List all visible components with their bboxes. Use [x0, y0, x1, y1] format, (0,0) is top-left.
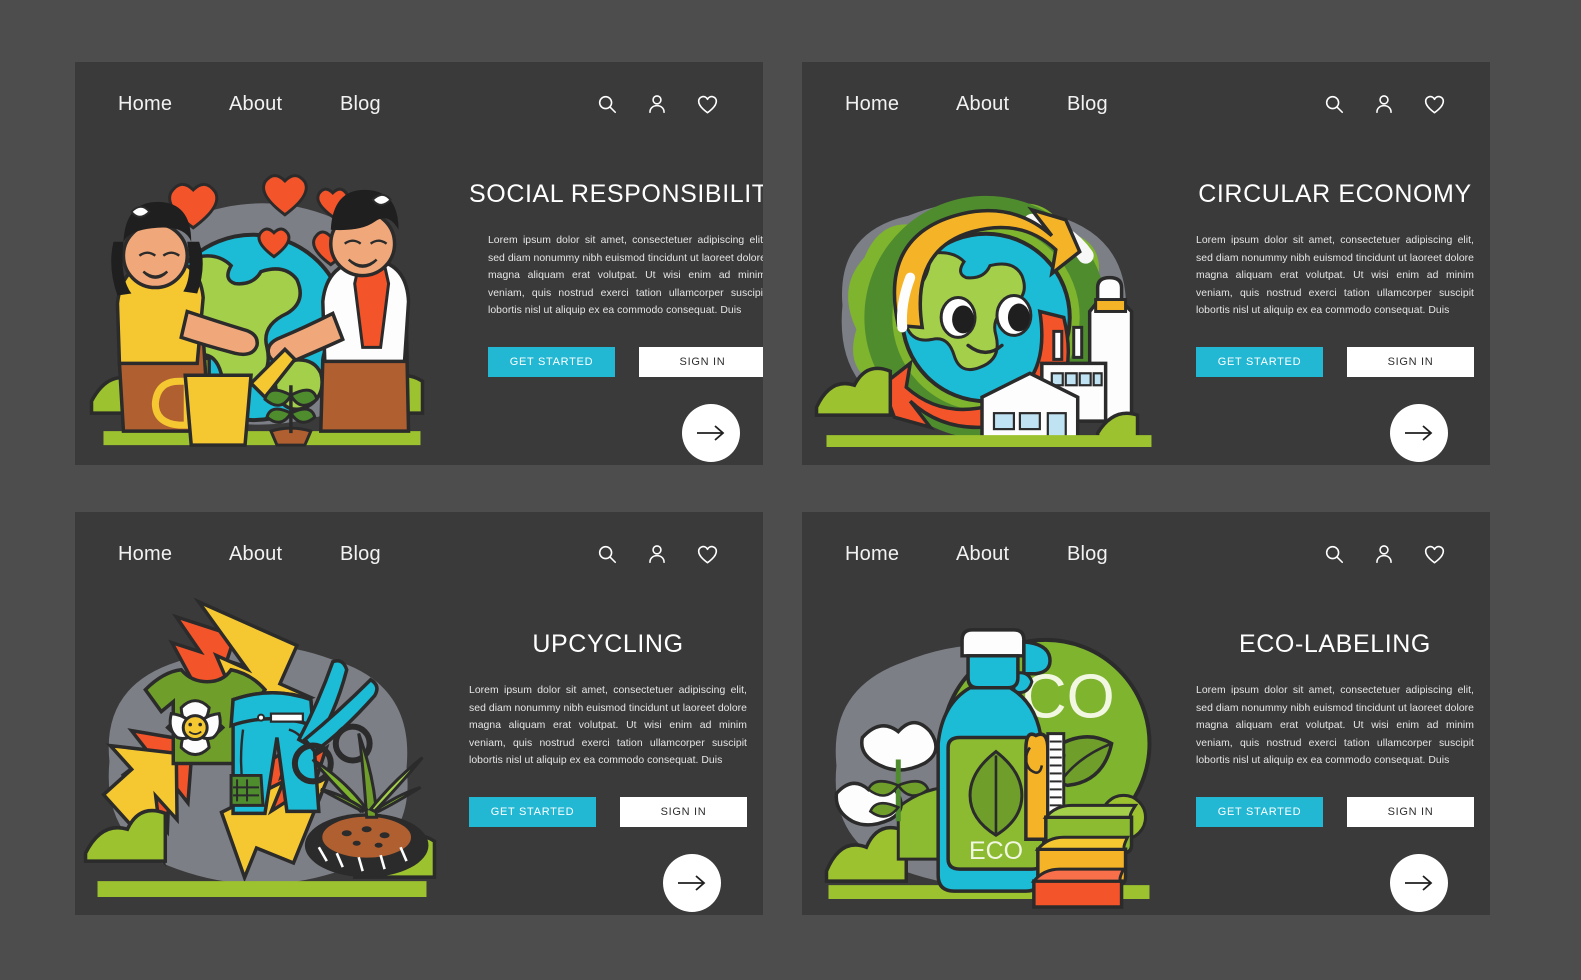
cta-row: GET STARTED SIGN IN — [469, 796, 747, 827]
user-icon[interactable] — [1373, 543, 1395, 565]
nav-icons — [596, 93, 719, 116]
panel-content: SOCIAL RESPONSIBILITY Lorem ipsum dolor … — [75, 146, 763, 465]
sign-in-button[interactable]: SIGN IN — [1347, 346, 1474, 377]
panel-copy: CIRCULAR ECONOMY Lorem ipsum dolor sit a… — [1170, 146, 1490, 465]
user-icon[interactable] — [646, 543, 668, 565]
sign-in-button[interactable]: SIGN IN — [1347, 796, 1474, 827]
get-started-button[interactable]: GET STARTED — [487, 346, 615, 377]
navbar: Home About Blog — [75, 512, 763, 596]
next-arrow-button[interactable] — [1390, 853, 1448, 912]
search-icon[interactable] — [1323, 93, 1345, 115]
nav-link-home[interactable]: Home — [118, 93, 229, 116]
nav-icons — [596, 543, 719, 566]
nav-links: Home About Blog — [118, 93, 451, 116]
get-started-button[interactable]: GET STARTED — [1196, 796, 1323, 827]
sign-in-button[interactable]: SIGN IN — [620, 796, 747, 827]
panel-upcycling: Home About Blog UPCYCLING Lorem ipsum do… — [75, 512, 763, 915]
panel-content: UPCYCLING Lorem ipsum dolor sit amet, co… — [75, 596, 763, 915]
panel-copy: ECO-LABELING Lorem ipsum dolor sit amet,… — [1170, 596, 1490, 915]
nav-link-blog[interactable]: Blog — [1067, 93, 1178, 116]
heart-icon[interactable] — [696, 543, 719, 566]
user-icon[interactable] — [1373, 93, 1395, 115]
panel-content: CIRCULAR ECONOMY Lorem ipsum dolor sit a… — [802, 146, 1490, 465]
illustration-circular-economy — [802, 146, 1170, 465]
panel-content: ECO ECO ECO-LABELING Lorem ipsum dolor s… — [802, 596, 1490, 915]
panel-copy: UPCYCLING Lorem ipsum dolor sit amet, co… — [443, 596, 763, 915]
nav-link-about[interactable]: About — [956, 93, 1067, 116]
eco-bottle-text: ECO — [969, 837, 1023, 865]
illustration-eco-labeling: ECO ECO — [802, 596, 1170, 915]
cta-row: GET STARTED SIGN IN — [1196, 346, 1474, 377]
next-arrow-button[interactable] — [663, 853, 721, 912]
navbar: Home About Blog — [75, 62, 763, 146]
nav-link-home[interactable]: Home — [845, 93, 956, 116]
navbar: Home About Blog — [802, 512, 1490, 596]
page-title: SOCIAL RESPONSIBILITY — [469, 180, 763, 208]
page-title: ECO-LABELING — [1239, 630, 1431, 658]
body-paragraph: Lorem ipsum dolor sit amet, consectetuer… — [487, 235, 763, 316]
body-paragraph: Lorem ipsum dolor sit amet, consectetuer… — [1196, 235, 1474, 316]
search-icon[interactable] — [596, 93, 618, 115]
nav-link-about[interactable]: About — [956, 543, 1067, 566]
nav-link-about[interactable]: About — [229, 543, 340, 566]
nav-links: Home About Blog — [118, 543, 451, 566]
next-arrow-button[interactable] — [1390, 403, 1448, 462]
heart-icon[interactable] — [696, 93, 719, 116]
cta-row: GET STARTED SIGN IN — [487, 346, 763, 377]
page-title: CIRCULAR ECONOMY — [1198, 180, 1472, 208]
heart-icon[interactable] — [1423, 543, 1446, 566]
user-icon[interactable] — [646, 93, 668, 115]
nav-link-blog[interactable]: Blog — [340, 543, 451, 566]
search-icon[interactable] — [596, 543, 618, 565]
nav-link-blog[interactable]: Blog — [1067, 543, 1178, 566]
nav-link-about[interactable]: About — [229, 93, 340, 116]
panel-circular-economy: Home About Blog CIRCULAR ECONOMY Lorem i… — [802, 62, 1490, 465]
body-paragraph: Lorem ipsum dolor sit amet, consectetuer… — [1196, 685, 1474, 766]
illustration-upcycling — [75, 596, 443, 915]
get-started-button[interactable]: GET STARTED — [469, 796, 596, 827]
search-icon[interactable] — [1323, 543, 1345, 565]
nav-link-blog[interactable]: Blog — [340, 93, 451, 116]
get-started-button[interactable]: GET STARTED — [1196, 346, 1323, 377]
panel-copy: SOCIAL RESPONSIBILITY Lorem ipsum dolor … — [443, 146, 763, 465]
panel-eco-labeling: Home About Blog ECO ECO ECO-LABELING Lor… — [802, 512, 1490, 915]
sign-in-button[interactable]: SIGN IN — [638, 346, 763, 377]
landing-page-set: Home About Blog SOCIAL RESPONSIBILITY Lo… — [0, 0, 1581, 980]
body-paragraph: Lorem ipsum dolor sit amet, consectetuer… — [469, 685, 747, 766]
panel-social-responsibility: Home About Blog SOCIAL RESPONSIBILITY Lo… — [75, 62, 763, 465]
nav-link-home[interactable]: Home — [118, 543, 229, 566]
heart-icon[interactable] — [1423, 93, 1446, 116]
nav-link-home[interactable]: Home — [845, 543, 956, 566]
nav-icons — [1323, 543, 1446, 566]
nav-links: Home About Blog — [845, 93, 1178, 116]
nav-icons — [1323, 93, 1446, 116]
next-arrow-button[interactable] — [681, 403, 740, 462]
nav-links: Home About Blog — [845, 543, 1178, 566]
cta-row: GET STARTED SIGN IN — [1196, 796, 1474, 827]
navbar: Home About Blog — [802, 62, 1490, 146]
illustration-social-responsibility — [75, 146, 443, 465]
page-title: UPCYCLING — [532, 630, 684, 658]
